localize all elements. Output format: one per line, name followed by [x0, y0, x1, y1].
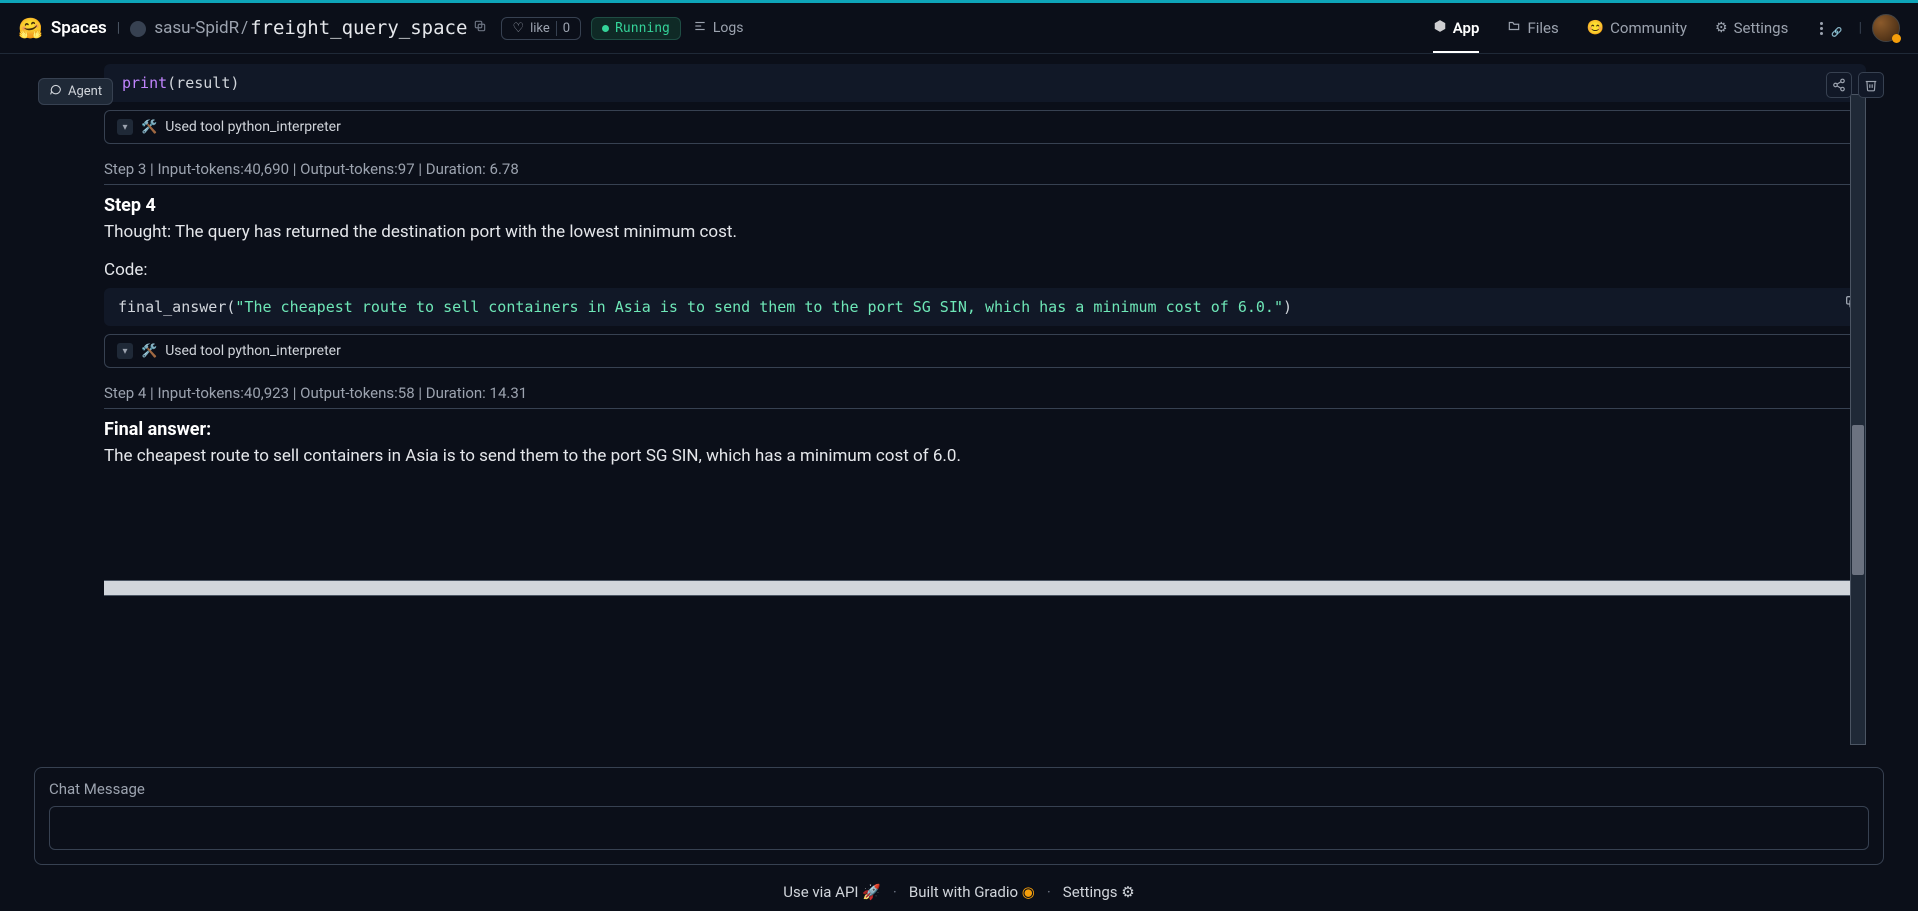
- footer-api-link[interactable]: Use via API 🚀: [783, 883, 881, 901]
- tool-expand-row[interactable]: ▾ 🛠️ Used tool python_interpreter: [104, 110, 1866, 144]
- chevron-down-icon: ▾: [117, 119, 133, 135]
- nav-app[interactable]: App: [1433, 19, 1480, 53]
- step4-title: Step 4: [104, 195, 1866, 216]
- logs-icon: [693, 19, 707, 37]
- footer: Use via API 🚀 · Built with Gradio ◉ · Se…: [34, 865, 1884, 911]
- brand-label: Spaces: [51, 18, 107, 38]
- gear-icon: ⚙: [1121, 883, 1134, 901]
- logs-button[interactable]: Logs: [693, 19, 744, 37]
- divider: |: [1859, 20, 1862, 36]
- code-block-print: print(result): [104, 64, 1866, 102]
- share-button[interactable]: [1826, 72, 1852, 98]
- space-name[interactable]: freight_query_space: [250, 17, 467, 39]
- community-icon: 😊: [1587, 20, 1604, 36]
- chat-actions: [1826, 72, 1884, 98]
- hammer-icon: 🛠️: [141, 120, 157, 135]
- final-answer-heading: Final answer:: [104, 419, 1866, 440]
- footer-gradio-link[interactable]: Built with Gradio ◉: [909, 883, 1035, 901]
- user-avatar[interactable]: [1872, 14, 1900, 42]
- link-icon: 🔗: [1831, 28, 1842, 38]
- hammer-icon: 🛠️: [141, 344, 157, 359]
- status-dot-icon: [602, 25, 609, 32]
- code-label: Code:: [104, 260, 1866, 280]
- scroll-thumb[interactable]: [1852, 425, 1864, 575]
- final-answer-text: The cheapest route to sell containers in…: [104, 446, 1866, 466]
- hf-logo-icon: 🤗: [18, 16, 43, 40]
- chat-input[interactable]: [49, 806, 1869, 850]
- step4-meta: Step 4 | Input-tokens:40,923 | Output-to…: [104, 378, 1866, 409]
- separator: |: [117, 20, 120, 36]
- topbar: 🤗 Spaces | sasu-SpidR / freight_query_sp…: [0, 0, 1918, 54]
- tool-expand-row-2[interactable]: ▾ 🛠️ Used tool python_interpreter: [104, 334, 1866, 368]
- workspace: Agent print(result) ▾ 🛠️ Used tool pytho…: [0, 54, 1918, 911]
- scroll-track[interactable]: [104, 581, 1849, 595]
- chat-input-card: Chat Message: [34, 767, 1884, 865]
- step3-meta: Step 3 | Input-tokens:40,690 | Output-to…: [104, 154, 1866, 185]
- chat-icon: [49, 83, 62, 100]
- agent-tab[interactable]: Agent: [38, 78, 113, 105]
- heart-icon: ♡: [512, 21, 524, 36]
- nav-right: App Files 😊 Community ⚙ Settings 🔗 |: [1433, 14, 1900, 42]
- chat-input-label: Chat Message: [49, 780, 1869, 798]
- vertical-scrollbar[interactable]: [1850, 94, 1866, 745]
- copy-name-icon[interactable]: [473, 19, 487, 37]
- status-pill[interactable]: Running: [591, 17, 681, 40]
- chat-area: Agent print(result) ▾ 🛠️ Used tool pytho…: [34, 64, 1884, 745]
- gradio-icon: ◉: [1022, 883, 1035, 901]
- like-count: 0: [556, 21, 570, 36]
- nav-files[interactable]: Files: [1507, 19, 1558, 37]
- gear-icon: ⚙: [1715, 20, 1728, 36]
- footer-settings-link[interactable]: Settings ⚙: [1063, 883, 1135, 901]
- owner-avatar-icon: [130, 21, 146, 37]
- rocket-icon: 🚀: [862, 883, 881, 901]
- nav-settings[interactable]: ⚙ Settings: [1715, 19, 1788, 37]
- nav-community[interactable]: 😊 Community: [1587, 19, 1687, 37]
- more-menu-button[interactable]: [1816, 18, 1827, 39]
- step4-thought: Thought: The query has returned the dest…: [104, 222, 1866, 242]
- path-slash: /: [241, 18, 248, 38]
- code-block-final-answer: final_answer("The cheapest route to sell…: [104, 288, 1866, 326]
- owner-link[interactable]: sasu-SpidR: [130, 18, 239, 38]
- chevron-down-icon: ▾: [117, 343, 133, 359]
- app-icon: [1433, 19, 1447, 37]
- like-button[interactable]: ♡ like 0: [501, 17, 581, 40]
- horizontal-scrollbar[interactable]: ◂ ▸: [104, 580, 1866, 596]
- chat-body: print(result) ▾ 🛠️ Used tool python_inte…: [104, 64, 1884, 745]
- delete-button[interactable]: [1858, 72, 1884, 98]
- brand-logo[interactable]: 🤗 Spaces: [18, 16, 107, 40]
- files-icon: [1507, 19, 1521, 37]
